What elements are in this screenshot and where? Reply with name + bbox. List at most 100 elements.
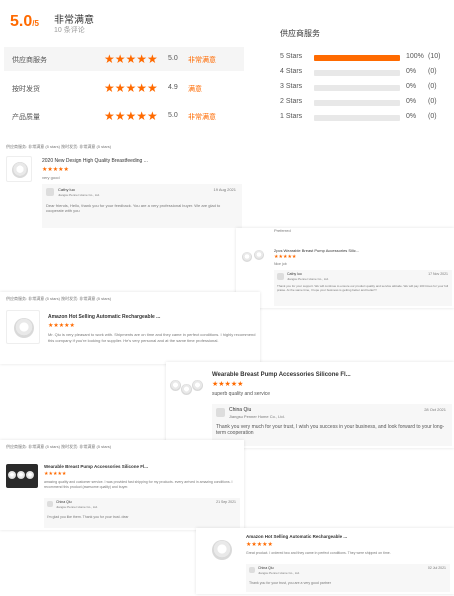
star-count: (0) <box>428 83 437 90</box>
metric-score: 4.9 <box>168 84 178 91</box>
reply-name: Cathy luo <box>58 187 75 192</box>
metric-name: 供应商服务 <box>12 57 47 64</box>
review-card: Wearable Breast Pump Accessories Silicon… <box>166 362 454 448</box>
star-rating: ★★★★★ <box>104 52 158 66</box>
supplier-reply: China Qiu Jiangsu Penner Home Co., Ltd. … <box>44 498 240 528</box>
star-rating: ★★★★★ <box>246 542 273 548</box>
review-text: superb quality and service <box>212 391 271 397</box>
star-count: (0) <box>428 98 437 105</box>
star-percent: 100% <box>406 53 424 60</box>
product-thumbnail[interactable] <box>240 246 268 268</box>
product-title[interactable]: Wearable Breast Pump Accessories Silicon… <box>212 372 351 378</box>
product-title[interactable]: Amazon Hot Selling Automatic Rechargeabl… <box>48 314 160 320</box>
star-rating: ★★★★★ <box>44 471 67 477</box>
reply-company: Jiangsu Penner Home Co., Ltd. <box>287 277 329 281</box>
product-thumbnail[interactable] <box>6 464 38 488</box>
star-rating: ★★★★★ <box>104 109 158 123</box>
reply-date: 17 Nov 2021 <box>428 272 448 276</box>
star-bar-fill <box>314 55 400 61</box>
star-percent: 0% <box>406 113 417 120</box>
review-text: amazing quality and customer service. I … <box>44 480 233 489</box>
star-level-label: 3 Stars <box>280 83 303 90</box>
star-level-label: 4 Stars <box>280 68 303 75</box>
breast-pump-image <box>170 380 181 391</box>
breast-pump-image <box>181 384 192 395</box>
metric-name: 按时发货 <box>12 86 40 93</box>
metric-label: 非常满意 <box>188 114 216 121</box>
review-count: 10 条评论 <box>54 27 85 34</box>
reply-company: Jiangsu Penner Home Co., Ltd. <box>58 193 100 197</box>
review-meta: 供应商服务: 非常满意 (5 stars) 按时发货: 非常满意 (5 star… <box>6 296 112 301</box>
metric-name: 产品质量 <box>12 114 40 121</box>
review-meta: 供应商服务: 非常满意 (5 stars) 按时发货: 非常满意 (5 star… <box>6 144 112 149</box>
star-count: (0) <box>428 113 437 120</box>
review-card: 供应商服务: 非常满意 (5 stars) 按时发货: 非常满意 (5 star… <box>0 140 246 232</box>
star-rating: ★★★★★ <box>104 81 158 95</box>
reply-company: Jiangsu Penner Home Co., Ltd. <box>258 571 300 575</box>
product-title[interactable]: 2020 New Design High Quality Breastfeedi… <box>42 158 148 164</box>
supplier-reply: China Qiu Jiangsu Penner Home Co., Ltd. … <box>246 564 450 592</box>
star-bar <box>314 85 400 91</box>
reply-date: 21 Sep 2021 <box>216 500 236 504</box>
review-meta: 供应商服务: 非常满意 (5 stars) 按时发货: 非常满意 (5 star… <box>6 444 112 449</box>
reply-name: China Qiu <box>56 500 72 504</box>
review-card: 供应商服务: 非常满意 (5 stars) 按时发货: 非常满意 (5 star… <box>0 440 244 530</box>
supplier-avatar <box>47 501 53 507</box>
product-title[interactable]: Amazon Hot Selling Automatic Rechargeabl… <box>246 534 347 539</box>
star-rating: ★★★★★ <box>212 381 244 388</box>
breakdown-title: 供应商服务 <box>280 29 320 38</box>
reply-date: 28 Oct 2021 <box>424 407 446 412</box>
breast-pump-image <box>254 250 264 260</box>
star-count: (10) <box>428 53 441 60</box>
review-meta: Preferred <box>274 228 291 233</box>
star-level-label: 1 Stars <box>280 113 303 120</box>
product-thumbnail[interactable] <box>204 534 240 568</box>
product-thumbnail[interactable] <box>168 372 204 402</box>
metric-score: 5.0 <box>168 55 178 62</box>
metric-score: 5.0 <box>168 112 178 119</box>
rating-summary: 5.0/5 非常满意 10 条评论 供应商服务 ★★★★★ 5.0 非常满意 按… <box>0 0 246 132</box>
star-bar <box>314 70 400 76</box>
reply-date: 02 Jul 2021 <box>427 566 446 570</box>
supplier-avatar <box>216 408 225 417</box>
supplier-avatar <box>277 273 284 280</box>
overall-score-value: 5.0 <box>10 13 33 30</box>
reply-text: Dear friends, Hello, thank you for your … <box>46 203 221 213</box>
star-count: (0) <box>428 68 437 75</box>
product-title[interactable]: 2pcs Wearable Breast Pump Accessories Si… <box>274 248 359 253</box>
supplier-avatar <box>249 567 255 573</box>
review-text: Nice job <box>274 262 287 266</box>
supplier-reply: Cathy luo Jiangsu Penner Home Co., Ltd. … <box>274 270 452 306</box>
breast-pump-image <box>14 318 34 338</box>
reply-text: Thank you very much for your trust, I wi… <box>216 424 445 436</box>
supplier-avatar <box>46 188 54 196</box>
breast-pump-image <box>212 540 232 560</box>
reply-company: Jiangsu Penner Home Co., Ltd. <box>229 414 285 419</box>
metric-label: 非常满意 <box>188 57 216 64</box>
star-bar <box>314 55 400 61</box>
overall-score-suffix: /5 <box>32 19 39 28</box>
product-thumbnail[interactable] <box>6 310 40 344</box>
breast-pump-image <box>26 471 34 479</box>
reply-name: Cathy luo <box>287 272 302 276</box>
reply-company: Jiangsu Penner Home Co., Ltd. <box>56 505 98 509</box>
product-thumbnail[interactable] <box>6 156 32 182</box>
supplier-reply: China Qiu Jiangsu Penner Home Co., Ltd. … <box>212 404 452 446</box>
breast-pump-image <box>192 380 203 391</box>
review-text: Mr. Qiu is very pleasant to work with. S… <box>48 332 256 343</box>
product-title[interactable]: Wearable Breast Pump Accessories Silicon… <box>44 464 148 469</box>
overall-score: 5.0/5 <box>10 13 39 31</box>
star-rating: ★★★★★ <box>274 254 297 260</box>
reply-text: Thank you for your trust, you are a very… <box>249 581 331 585</box>
reply-text: I'm glad you like them. Thank you for yo… <box>47 515 129 519</box>
reply-name: China Qiu <box>258 566 274 570</box>
star-breakdown: 供应商服务 5 Stars 100% (10) 4 Stars 0% (0) 3… <box>270 18 454 130</box>
review-text: Great product. I ordered two and they ca… <box>246 551 391 555</box>
overall-rating-label: 非常满意 <box>54 15 94 26</box>
star-bar <box>314 100 400 106</box>
review-card: Amazon Hot Selling Automatic Rechargeabl… <box>196 528 454 594</box>
star-rating: ★★★★★ <box>42 167 69 173</box>
breast-pump-image <box>17 471 25 479</box>
reply-text: Thank you for your support. We will cont… <box>277 284 449 292</box>
reply-name: China Qiu <box>229 407 252 413</box>
